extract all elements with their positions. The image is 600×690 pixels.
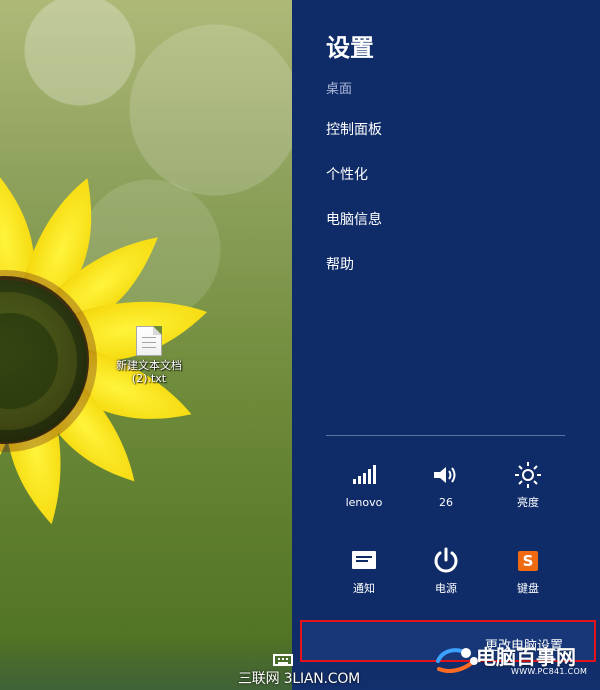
panel-subtitle: 桌面: [326, 82, 353, 97]
keyboard-icon: S: [512, 546, 544, 576]
quick-label-brightness: 亮度: [517, 496, 539, 509]
brightness-icon: [512, 460, 544, 490]
taskbar-keyboard-icon: [273, 654, 293, 666]
watermark-left: 三联网 3LIAN.COM: [238, 671, 361, 687]
quick-setting-notifications[interactable]: 通知: [326, 546, 402, 596]
watermark-logo: 电脑百事网 WWW.PC841.COM: [432, 635, 592, 685]
svg-text:S: S: [523, 552, 534, 570]
quick-setting-brightness[interactable]: 亮度: [490, 460, 566, 510]
desktop-background: 新建文本文档 (2).txt: [0, 0, 292, 690]
menu-item-control-panel[interactable]: 控制面板: [326, 118, 566, 163]
settings-menu: 控制面板 个性化 电脑信息 帮助: [326, 118, 566, 298]
watermark-right-main: 电脑百事网: [476, 645, 576, 669]
quick-label-network: lenovo: [345, 496, 383, 509]
quick-setting-power[interactable]: 电源: [408, 546, 484, 596]
desktop-file-label: 新建文本文档 (2).txt: [116, 359, 182, 385]
menu-item-pc-info[interactable]: 电脑信息: [326, 208, 566, 253]
menu-item-help[interactable]: 帮助: [326, 253, 566, 298]
volume-icon: [430, 460, 462, 490]
quick-setting-network[interactable]: lenovo: [326, 460, 402, 510]
settings-panel: 设置 桌面 控制面板 个性化 电脑信息 帮助 lenovo 26 亮度 通知 电…: [292, 0, 600, 690]
quick-label-volume: 26: [439, 496, 453, 509]
quick-setting-volume[interactable]: 26: [408, 460, 484, 510]
wifi-signal-icon: [348, 460, 380, 490]
quick-label-notifications: 通知: [353, 582, 375, 595]
quick-label-keyboard: 键盘: [517, 582, 539, 595]
watermark-right-sub: WWW.PC841.COM: [511, 667, 588, 676]
notifications-icon: [348, 546, 380, 576]
power-icon: [430, 546, 462, 576]
panel-divider: [326, 435, 565, 436]
text-document-icon: [136, 326, 162, 356]
panel-title: 设置: [326, 34, 374, 62]
menu-item-personalization[interactable]: 个性化: [326, 163, 566, 208]
quick-setting-keyboard[interactable]: S 键盘: [490, 546, 566, 596]
quick-settings-grid: lenovo 26 亮度 通知 电源 S 键盘: [326, 460, 566, 596]
desktop-file-item[interactable]: 新建文本文档 (2).txt: [116, 326, 182, 385]
quick-label-power: 电源: [435, 582, 457, 595]
